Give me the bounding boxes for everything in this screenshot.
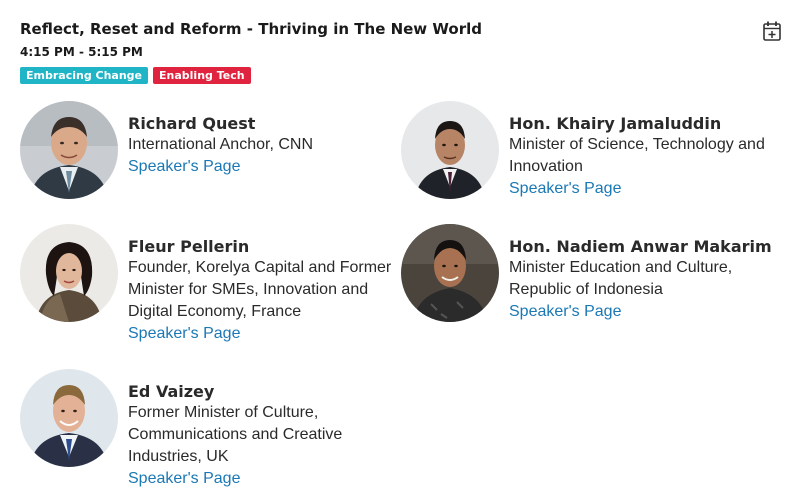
speaker-card-richard-quest: Richard Quest International Anchor, CNN … xyxy=(20,101,393,199)
speaker-name: Ed Vaizey xyxy=(128,382,215,401)
tag-embracing-change[interactable]: Embracing Change xyxy=(20,67,149,84)
speaker-role: International Anchor, CNN xyxy=(128,136,313,153)
speaker-info: Ed Vaizey Former Minister of Culture, Co… xyxy=(128,369,393,490)
speaker-role: Minister Education and Culture, xyxy=(509,259,733,276)
speaker-info: Richard Quest International Anchor, CNN … xyxy=(128,101,393,178)
avatar xyxy=(20,101,118,199)
speaker-page-link[interactable]: Speaker's Page xyxy=(509,178,621,200)
speaker-role: Minister of Science, Technology and xyxy=(509,136,765,153)
speaker-role: Digital Economy, France xyxy=(128,303,302,320)
speaker-role: Minister for SMEs, Innovation and xyxy=(128,281,369,298)
avatar xyxy=(401,101,499,199)
calendar-add-icon[interactable] xyxy=(763,21,781,41)
speaker-page-link[interactable]: Speaker's Page xyxy=(128,156,240,178)
avatar xyxy=(20,224,118,322)
session-time: 4:15 PM - 5:15 PM xyxy=(20,45,143,59)
speaker-role: Founder, Korelya Capital and Former xyxy=(128,259,392,276)
speaker-role: Republic of Indonesia xyxy=(509,281,663,298)
speaker-card-nadiem-anwar-makarim: Hon. Nadiem Anwar Makarim Minister Educa… xyxy=(401,224,789,323)
speaker-role: Communications and Creative xyxy=(128,426,343,443)
speaker-page-link[interactable]: Speaker's Page xyxy=(128,468,240,490)
speaker-name: Richard Quest xyxy=(128,114,256,133)
speaker-page-link[interactable]: Speaker's Page xyxy=(509,301,621,323)
speaker-card-fleur-pellerin: Fleur Pellerin Founder, Korelya Capital … xyxy=(20,224,393,345)
speaker-role: Innovation xyxy=(509,158,583,175)
speaker-page-link[interactable]: Speaker's Page xyxy=(128,323,240,345)
speaker-name: Fleur Pellerin xyxy=(128,237,250,256)
avatar xyxy=(401,224,499,322)
speaker-name: Hon. Khairy Jamaluddin xyxy=(509,114,722,133)
session-tags: Embracing Change Enabling Tech xyxy=(20,67,790,84)
speaker-card-khairy-jamaluddin: Hon. Khairy Jamaluddin Minister of Scien… xyxy=(401,101,789,200)
speaker-card-ed-vaizey: Ed Vaizey Former Minister of Culture, Co… xyxy=(20,369,393,490)
speaker-info: Hon. Nadiem Anwar Makarim Minister Educa… xyxy=(509,224,789,323)
session-header: Reflect, Reset and Reform - Thriving in … xyxy=(20,18,790,84)
speaker-role: Former Minister of Culture, xyxy=(128,404,319,421)
session-title: Reflect, Reset and Reform - Thriving in … xyxy=(20,20,482,38)
tag-enabling-tech[interactable]: Enabling Tech xyxy=(153,67,251,84)
avatar xyxy=(20,369,118,467)
speaker-info: Fleur Pellerin Founder, Korelya Capital … xyxy=(128,224,393,345)
speaker-role: Industries, UK xyxy=(128,448,229,465)
speaker-name: Hon. Nadiem Anwar Makarim xyxy=(509,237,772,256)
speaker-info: Hon. Khairy Jamaluddin Minister of Scien… xyxy=(509,101,789,200)
